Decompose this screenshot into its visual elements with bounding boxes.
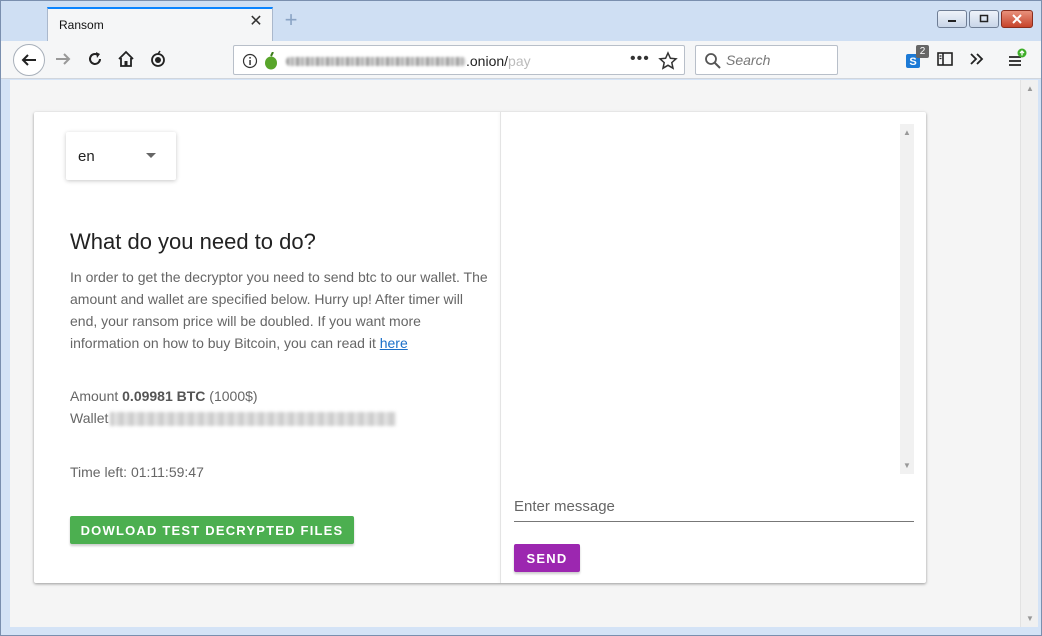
bookmark-star-icon[interactable] xyxy=(658,51,678,71)
time-left-value: 01:11:59:47 xyxy=(130,464,204,480)
tab-close-icon[interactable]: ✕ xyxy=(248,14,264,30)
page-content: en What do you need to do? In order to g… xyxy=(10,80,1020,627)
address-bar[interactable]: .onion/pay ••• xyxy=(233,45,685,75)
wallet-address-obscured xyxy=(110,412,397,427)
back-arrow-icon xyxy=(21,54,36,66)
menu-button[interactable] xyxy=(1002,45,1030,73)
instructions-body: In order to get the decryptor you need t… xyxy=(70,269,488,351)
sidebar-button[interactable] xyxy=(931,45,959,73)
page-scrollbar[interactable]: ▲ ▼ xyxy=(1020,80,1038,627)
instructions-text: In order to get the decryptor you need t… xyxy=(70,266,490,354)
tab-title: Ransom xyxy=(59,18,104,32)
amount-label: Amount xyxy=(70,388,123,404)
scroll-up-icon[interactable]: ▲ xyxy=(903,128,911,137)
language-select[interactable]: en xyxy=(66,132,176,180)
new-tab-icon[interactable]: + xyxy=(281,9,301,33)
search-input[interactable] xyxy=(726,52,834,68)
page-heading: What do you need to do? xyxy=(70,229,316,254)
minimize-button[interactable] xyxy=(937,10,967,28)
window-bottom-edge xyxy=(1,627,1041,635)
reload-icon xyxy=(89,52,101,65)
page-actions-menu-icon[interactable]: ••• xyxy=(630,50,650,68)
wallet-row: Wallet xyxy=(70,410,397,427)
amount-btc: 0.09981 BTC xyxy=(122,388,206,404)
language-selected: en xyxy=(78,148,95,165)
tor-onion-icon xyxy=(151,50,165,67)
page-scroll-down-icon[interactable]: ▼ xyxy=(1026,614,1034,623)
maximize-button[interactable] xyxy=(969,10,999,28)
time-left-label: Time left: xyxy=(70,464,131,480)
message-input[interactable] xyxy=(514,492,914,522)
tab-strip: Ransom ✕ + xyxy=(1,1,1041,41)
sidebar-icon xyxy=(937,52,953,66)
forward-button[interactable] xyxy=(49,45,77,73)
home-icon xyxy=(118,50,134,67)
panel-divider xyxy=(500,112,501,583)
svg-text:S: S xyxy=(909,56,916,68)
scroll-down-icon[interactable]: ▼ xyxy=(903,461,911,470)
forward-arrow-icon xyxy=(56,53,71,65)
chevron-down-icon xyxy=(146,153,156,158)
onion-button[interactable] xyxy=(144,45,172,73)
url-tail: .onion/ xyxy=(466,53,509,69)
close-icon xyxy=(1012,14,1022,24)
wallet-label: Wallet xyxy=(70,410,109,426)
browser-window: Ransom ✕ + .onion/pay ••• Search S 2 en … xyxy=(0,0,1042,636)
extension-badge: 2 xyxy=(916,45,929,58)
onion-site-icon xyxy=(265,52,277,70)
amount-usd: (1000$) xyxy=(205,388,258,404)
chat-messages-area[interactable]: ▲ ▼ xyxy=(512,124,914,474)
url-text: .onion/pay xyxy=(466,53,531,69)
tab-ransom[interactable]: Ransom ✕ xyxy=(47,7,273,41)
search-box[interactable] xyxy=(695,45,838,75)
overflow-button[interactable] xyxy=(963,45,991,73)
home-button[interactable] xyxy=(112,45,140,73)
window-controls xyxy=(937,10,1033,28)
double-chevron-right-icon xyxy=(970,53,984,65)
url-obscured-host xyxy=(286,57,466,66)
download-test-files-button[interactable]: DOWLOAD TEST DECRYPTED FILES xyxy=(70,516,354,544)
page-scroll-up-icon[interactable]: ▲ xyxy=(1026,84,1034,93)
restore-icon xyxy=(979,14,989,23)
amount-row: Amount 0.09981 BTC (1000$) xyxy=(70,388,258,404)
chat-scrollbar[interactable]: ▲ ▼ xyxy=(900,124,914,474)
buy-bitcoin-link[interactable]: here xyxy=(380,335,408,351)
send-button[interactable]: SEND xyxy=(514,544,580,572)
info-icon[interactable] xyxy=(242,53,258,69)
close-window-button[interactable] xyxy=(1001,10,1033,28)
url-path-faded: pay xyxy=(508,53,531,69)
minimize-icon xyxy=(948,20,956,22)
back-button[interactable] xyxy=(13,44,45,76)
navigation-toolbar: .onion/pay ••• S 2 xyxy=(1,41,1041,79)
hamburger-menu-icon xyxy=(1009,48,1027,66)
ransom-card: en What do you need to do? In order to g… xyxy=(34,112,926,583)
reload-button[interactable] xyxy=(81,45,109,73)
timer-row: Time left: 01:11:59:47 xyxy=(70,464,204,480)
search-icon xyxy=(705,53,721,69)
